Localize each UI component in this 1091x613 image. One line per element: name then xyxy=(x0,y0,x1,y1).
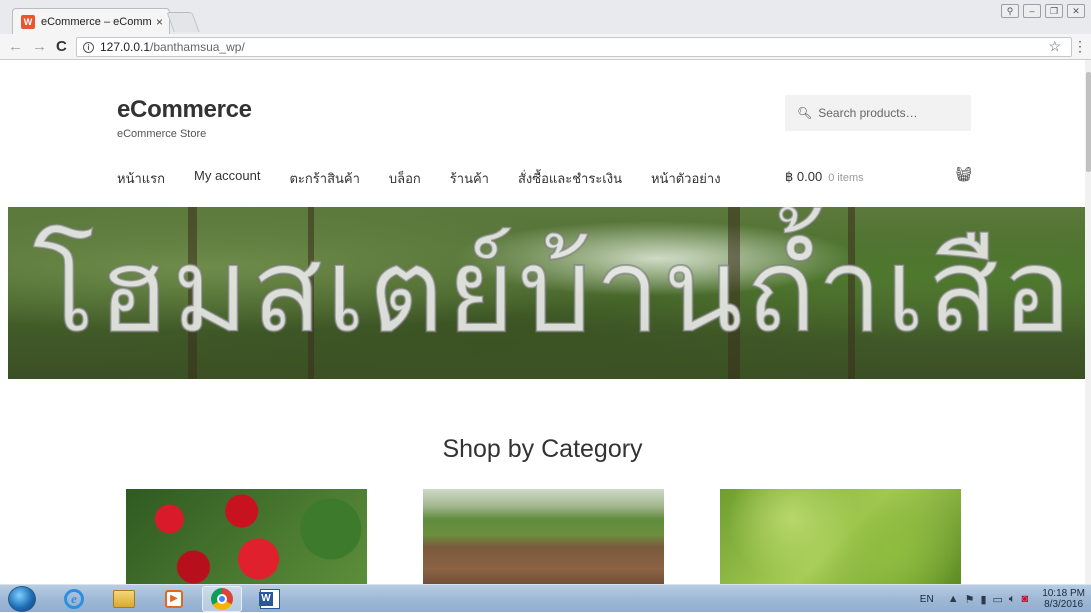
taskbar-media-player[interactable]: ▶ xyxy=(154,586,194,612)
search-icon: 🔍︎ xyxy=(797,106,813,120)
minimize-icon[interactable]: – xyxy=(1023,4,1041,18)
url-bar[interactable]: i 127.0.0.1/banthamsua_wp/ ☆ xyxy=(76,37,1072,57)
file-explorer-icon xyxy=(113,590,135,608)
action-center-flag-icon[interactable]: ⚑ xyxy=(965,593,975,606)
nav-item-sample-page[interactable]: หน้าตัวอย่าง xyxy=(651,168,721,189)
volume-icon[interactable]: 🔈︎ xyxy=(1009,593,1016,606)
nav-item-my-account[interactable]: My account xyxy=(194,168,260,189)
category-image-fruit[interactable] xyxy=(126,489,367,584)
taskbar-file-explorer[interactable] xyxy=(104,586,144,612)
category-image-farm[interactable] xyxy=(423,489,664,584)
nav-item-home[interactable]: หน้าแรก xyxy=(117,168,165,189)
taskbar-chrome[interactable] xyxy=(202,586,242,612)
network-icon[interactable]: ▭ xyxy=(993,593,1003,606)
web-page: eCommerce eCommerce Store 🔍︎ หน้าแรก My … xyxy=(0,60,1085,584)
clock-date: 8/3/2016 xyxy=(1044,599,1084,610)
nav-item-cart[interactable]: ตะกร้าสินค้า xyxy=(289,168,359,189)
nav-item-shop[interactable]: ร้านค้า xyxy=(450,168,489,189)
chrome-icon xyxy=(211,588,233,610)
clock-time: 10:18 PM xyxy=(1042,588,1085,599)
bookmark-star-icon[interactable]: ☆ xyxy=(1048,38,1061,55)
start-button[interactable] xyxy=(8,586,36,612)
product-search: 🔍︎ xyxy=(785,95,971,131)
close-window-icon[interactable]: ✕ xyxy=(1067,4,1085,18)
main-navigation: หน้าแรก My account ตะกร้าสินค้า บล็อก ร้… xyxy=(117,168,750,189)
browser-tab-strip: W eCommerce – eCommerce × ⚲ – ❐ ✕ xyxy=(0,0,1091,34)
site-description: eCommerce Store xyxy=(117,128,207,140)
address-toolbar: ← → C i 127.0.0.1/banthamsua_wp/ ☆ ⋮ xyxy=(0,34,1091,60)
cart-total: ฿ 0.00 xyxy=(785,169,823,184)
browser-menu-icon[interactable]: ⋮ xyxy=(1073,38,1087,55)
user-profile-icon[interactable]: ⚲ xyxy=(1001,4,1019,18)
tab-title: eCommerce – eCommerce xyxy=(41,15,152,28)
section-title: Shop by Category xyxy=(442,435,643,463)
basket-icon[interactable]: 🧺︎ xyxy=(955,166,973,183)
window-controls: ⚲ – ❐ ✕ xyxy=(1001,4,1085,18)
antivirus-icon[interactable]: ◙ xyxy=(1022,593,1029,605)
word-icon xyxy=(259,589,280,609)
system-tray: EN ▲ ⚑ ▮ ▭ 🔈︎ ◙ 10:18 PM 8/3/2016 xyxy=(920,585,1085,613)
nav-item-blog[interactable]: บล็อก xyxy=(389,168,421,189)
media-player-icon: ▶ xyxy=(165,590,183,608)
show-hidden-icons-icon[interactable]: ▲ xyxy=(948,593,959,605)
reload-icon[interactable]: C xyxy=(56,38,67,56)
new-tab-button[interactable] xyxy=(166,12,200,32)
restore-icon[interactable]: ❐ xyxy=(1045,4,1063,18)
windows-taskbar: e ▶ EN ▲ ⚑ ▮ ▭ 🔈︎ ◙ 10:18 PM 8/3/2016 xyxy=(0,584,1091,612)
cart-item-count: 0 items xyxy=(828,172,864,184)
language-indicator[interactable]: EN xyxy=(920,594,934,605)
cart-summary[interactable]: ฿ 0.00 0 items xyxy=(785,169,864,185)
site-title[interactable]: eCommerce xyxy=(117,96,252,124)
forward-arrow-icon[interactable]: → xyxy=(32,38,47,56)
site-info-icon[interactable]: i xyxy=(83,41,94,53)
back-arrow-icon[interactable]: ← xyxy=(8,38,23,56)
category-image-trees[interactable] xyxy=(720,489,961,584)
taskbar-word[interactable] xyxy=(250,586,290,612)
internet-explorer-icon: e xyxy=(64,589,84,609)
hero-title: โฮมสเตย์บ้านถ้ำเสือ xyxy=(31,220,1075,360)
nav-item-checkout[interactable]: สั่งซื้อและชำระเงิน xyxy=(518,168,622,189)
taskbar-internet-explorer[interactable]: e xyxy=(54,586,94,612)
url-text: 127.0.0.1/banthamsua_wp/ xyxy=(100,40,245,54)
browser-tab[interactable]: W eCommerce – eCommerce × xyxy=(12,8,170,34)
clock[interactable]: 10:18 PM 8/3/2016 xyxy=(1042,588,1085,610)
search-input[interactable] xyxy=(818,106,969,120)
power-icon[interactable]: ▮ xyxy=(980,593,986,606)
tab-close-icon[interactable]: × xyxy=(156,15,163,29)
site-favicon-icon: W xyxy=(21,14,35,29)
scrollbar-thumb[interactable] xyxy=(1086,72,1091,172)
hero-banner: โฮมสเตย์บ้านถ้ำเสือ xyxy=(8,207,1085,379)
